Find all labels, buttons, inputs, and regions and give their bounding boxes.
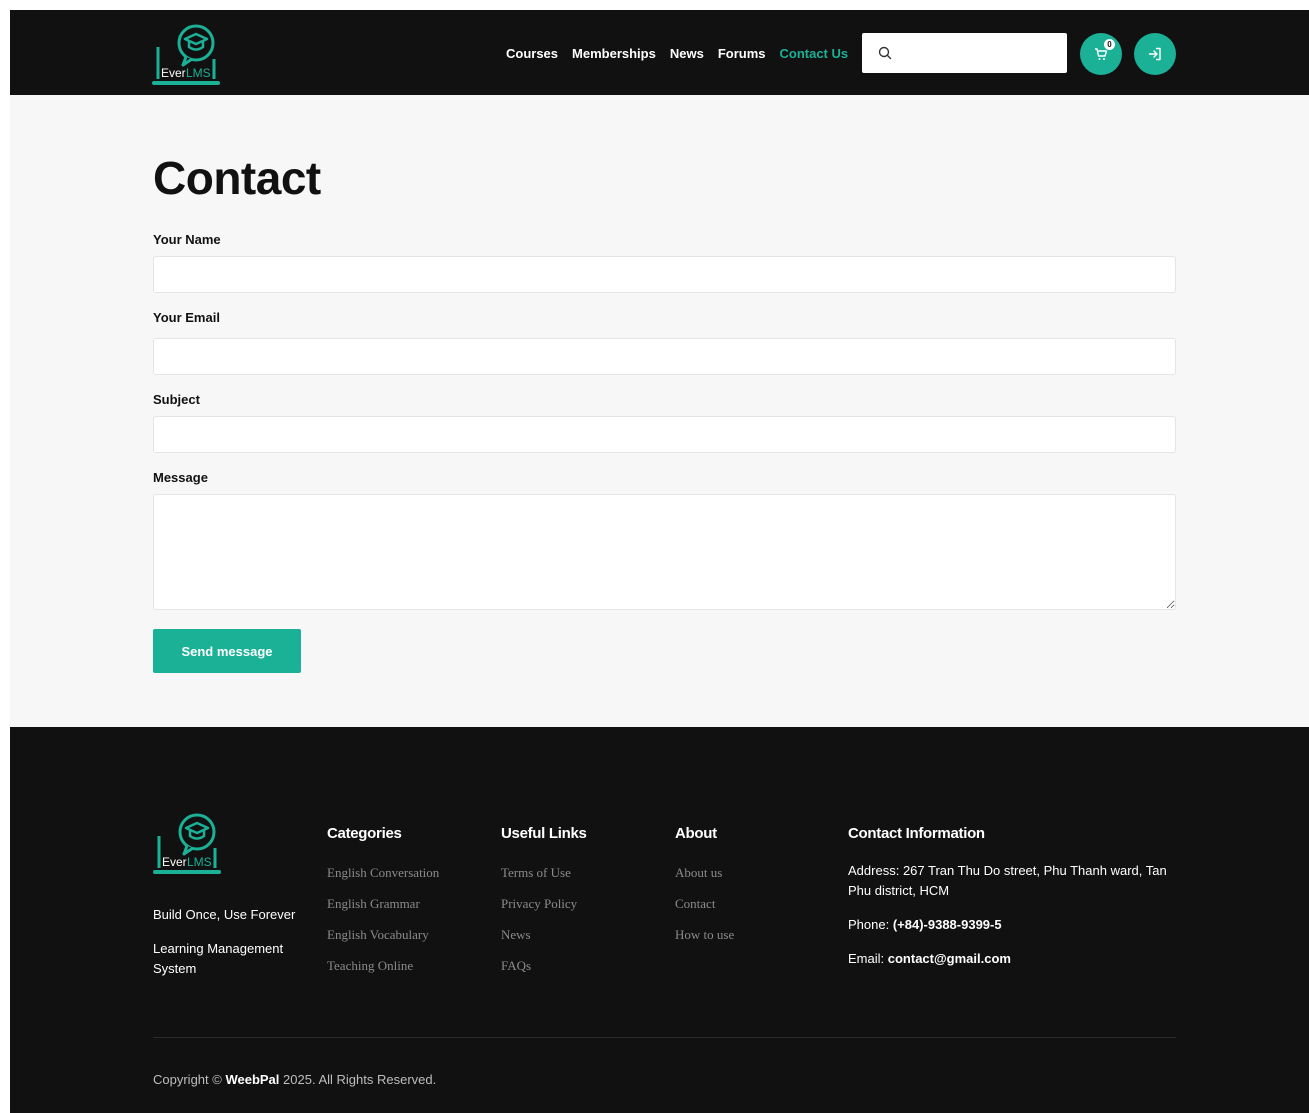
nav-contact-us[interactable]: Contact Us — [779, 46, 848, 61]
nav-memberships[interactable]: Memberships — [572, 46, 656, 61]
list-item: English Conversation — [327, 864, 439, 895]
category-link[interactable]: English Vocabulary — [327, 927, 429, 942]
list-item: News — [501, 926, 577, 957]
message-label: Message — [153, 470, 208, 485]
useful-links-list: Terms of Use Privacy Policy News FAQs — [501, 864, 577, 988]
main-nav: Courses Memberships News Forums Contact … — [506, 46, 848, 61]
categories-list: English Conversation English Grammar Eng… — [327, 864, 439, 988]
list-item: Teaching Online — [327, 957, 439, 988]
about-list: About us Contact How to use — [675, 864, 734, 957]
site-header: Ever LMS Courses Memberships News Forums… — [10, 10, 1309, 95]
search-input[interactable] — [902, 33, 1062, 73]
page: Ever LMS Courses Memberships News Forums… — [10, 10, 1309, 1113]
contact-email: Email: contact@gmail.com — [848, 949, 1178, 969]
copyright-text: Copyright © WeebPal 2025. All Rights Res… — [153, 1072, 436, 1087]
footer-logo-text-ever: Ever — [162, 855, 187, 869]
site-footer: Ever LMS Build Once, Use Forever Learnin… — [10, 727, 1309, 1113]
email-label: Your Email — [153, 310, 220, 325]
name-field[interactable] — [153, 256, 1176, 293]
copyright-prefix: Copyright © — [153, 1072, 222, 1087]
list-item: Privacy Policy — [501, 895, 577, 926]
search-box — [862, 33, 1067, 73]
login-icon — [1148, 47, 1161, 61]
about-link[interactable]: How to use — [675, 927, 734, 942]
login-button[interactable] — [1134, 33, 1176, 75]
list-item: About us — [675, 864, 734, 895]
category-link[interactable]: English Conversation — [327, 865, 439, 880]
email-value[interactable]: contact@gmail.com — [888, 951, 1011, 966]
categories-heading: Categories — [327, 825, 402, 842]
phone-value: (+84)-9388-9399-5 — [892, 917, 1002, 932]
cart-button[interactable]: 0 — [1080, 33, 1122, 75]
copyright-company[interactable]: WeebPal — [225, 1072, 279, 1087]
logo-text-ever: Ever — [161, 66, 186, 80]
footer-divider — [153, 1037, 1176, 1038]
cart-count-badge: 0 — [1104, 39, 1115, 50]
contact-address: Address: 267 Tran Thu Do street, Phu Tha… — [848, 861, 1178, 901]
contact-info-heading: Contact Information — [848, 825, 985, 842]
useful-link[interactable]: News — [501, 927, 531, 942]
footer-tagline: Build Once, Use Forever — [153, 907, 296, 922]
site-logo[interactable]: Ever LMS — [152, 21, 222, 87]
search-icon[interactable] — [878, 46, 892, 60]
page-title: Contact — [153, 152, 321, 204]
contact-phone: Phone: (+84)-9388-9399-5 — [848, 915, 1178, 935]
category-link[interactable]: English Grammar — [327, 896, 420, 911]
logo-text-lms: LMS — [186, 66, 211, 80]
nav-forums[interactable]: Forums — [718, 46, 766, 61]
list-item: English Grammar — [327, 895, 439, 926]
about-link[interactable]: Contact — [675, 896, 715, 911]
category-link[interactable]: Teaching Online — [327, 958, 413, 973]
send-message-button[interactable]: Send message — [153, 629, 301, 673]
list-item: FAQs — [501, 957, 577, 988]
nav-courses[interactable]: Courses — [506, 46, 558, 61]
nav-news[interactable]: News — [670, 46, 704, 61]
copyright-suffix: 2025. All Rights Reserved. — [283, 1072, 437, 1087]
about-link[interactable]: About us — [675, 865, 722, 880]
useful-links-heading: Useful Links — [501, 825, 587, 842]
name-label: Your Name — [153, 232, 221, 247]
list-item: English Vocabulary — [327, 926, 439, 957]
list-item: How to use — [675, 926, 734, 957]
about-heading: About — [675, 825, 717, 842]
useful-link[interactable]: Privacy Policy — [501, 896, 577, 911]
footer-logo[interactable]: Ever LMS — [153, 809, 223, 877]
message-field[interactable] — [153, 494, 1176, 610]
useful-link[interactable]: Terms of Use — [501, 865, 571, 880]
list-item: Terms of Use — [501, 864, 577, 895]
footer-logo-text-lms: LMS — [187, 855, 212, 869]
useful-link[interactable]: FAQs — [501, 958, 531, 973]
email-label-text: Email: — [848, 951, 885, 966]
phone-label: Phone: — [848, 917, 890, 932]
subject-field[interactable] — [153, 416, 1176, 453]
list-item: Contact — [675, 895, 734, 926]
address-label: Address: — [848, 863, 900, 878]
email-field[interactable] — [153, 338, 1176, 375]
subject-label: Subject — [153, 392, 200, 407]
footer-subtagline: Learning Management System — [153, 941, 284, 976]
